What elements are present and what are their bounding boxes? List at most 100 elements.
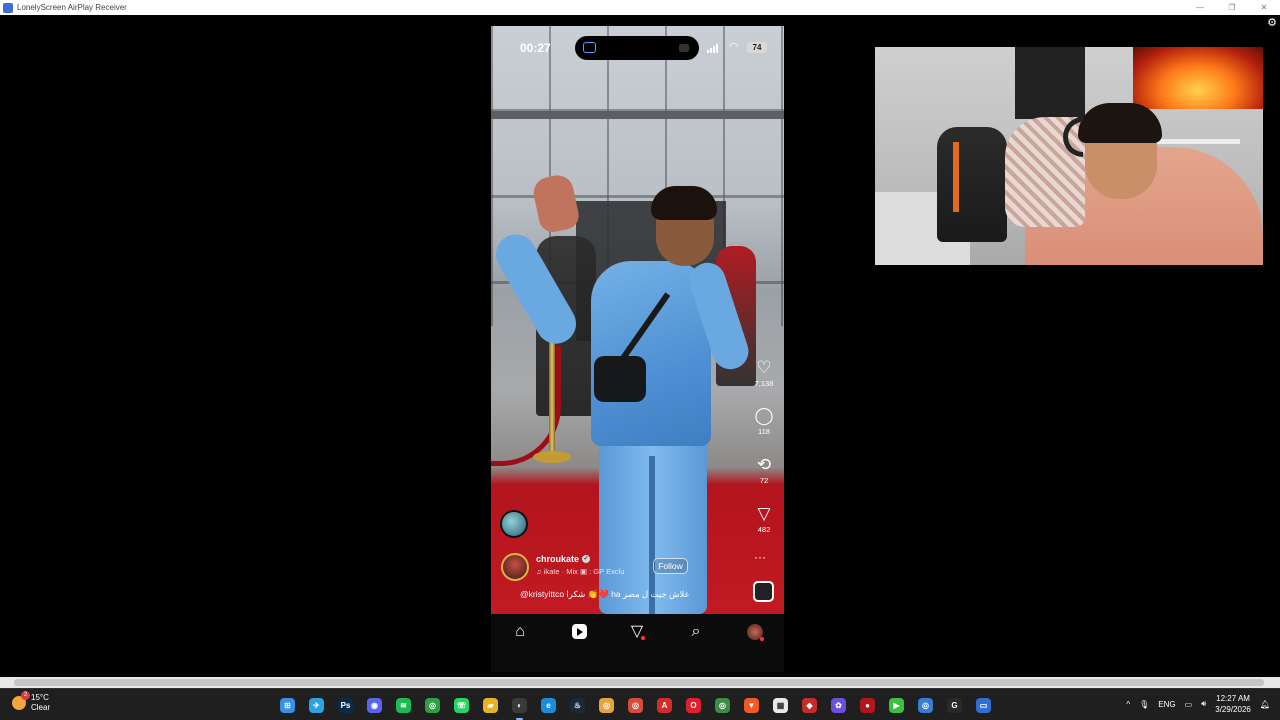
app-play-taskbar-icon[interactable]: ▶ xyxy=(885,694,908,717)
chrome-taskbar-icon[interactable]: ◎ xyxy=(421,694,444,717)
verified-badge-icon: ✓ xyxy=(582,555,591,563)
app-icon xyxy=(3,2,13,13)
stanchion-post xyxy=(549,326,555,456)
edge-taskbar-icon[interactable]: e xyxy=(537,694,560,717)
acrobat-taskbar-icon[interactable]: A xyxy=(653,694,676,717)
minimize-button[interactable]: — xyxy=(1184,0,1216,15)
whatsapp-taskbar-icon[interactable]: ☏ xyxy=(450,694,473,717)
app-red-taskbar-icon[interactable]: ◆ xyxy=(798,694,821,717)
comment-count: 118 xyxy=(758,427,770,436)
author-row[interactable]: chroukate ✓ xyxy=(536,554,591,564)
share-count: 482 xyxy=(757,525,771,534)
story-avatar[interactable] xyxy=(500,510,528,538)
like-action[interactable]: ♡ 7,138 xyxy=(746,358,782,388)
store-icon: ▦ xyxy=(773,698,788,713)
fireplace-screen xyxy=(1133,47,1263,109)
photoshop-icon: Ps xyxy=(338,698,353,713)
discord-icon: ◉ xyxy=(367,698,382,713)
logitech-taskbar-icon[interactable]: G xyxy=(943,694,966,717)
acrobat-icon: A xyxy=(657,698,672,713)
notification-bell-icon[interactable]: 🔔︎ xyxy=(1260,700,1270,709)
screen-mirror-icon xyxy=(583,42,596,53)
logitech-icon: G xyxy=(947,698,962,713)
chrome-5-icon: ◎ xyxy=(918,698,933,713)
audio-thumbnail[interactable] xyxy=(753,581,774,602)
edge-icon: e xyxy=(541,698,556,713)
island-indicator-icon xyxy=(679,44,689,52)
lonelyscreen-taskbar-icon[interactable]: ▭ xyxy=(972,694,995,717)
weather-sun-icon: 2 xyxy=(12,691,30,710)
store-taskbar-icon[interactable]: ▦ xyxy=(769,694,792,717)
comment-icon[interactable]: ◯ xyxy=(746,406,782,426)
restore-button[interactable]: ❐ xyxy=(1216,0,1248,15)
heart-icon[interactable]: ♡ xyxy=(746,358,782,378)
wall-shelf xyxy=(1155,139,1240,144)
windows-start-taskbar-icon[interactable]: ⊞ xyxy=(276,694,299,717)
gear-icon[interactable]: ⚙ xyxy=(1267,16,1277,29)
more-options-icon[interactable]: ··· xyxy=(754,550,766,564)
opera-icon: O xyxy=(686,698,701,713)
app-red-2-icon: ● xyxy=(860,698,875,713)
windows-taskbar: 2 15°C Clear ⊞ ✈ Ps ◉ ≋ ◎ ☏ ▰ ◐ e ♨ ◎ ◎ A O ◎ ▼ ▦ ◆ ✿ ● ▶ ◎ G ▭ … xyxy=(0,688,1280,720)
weather-widget[interactable]: 2 15°C Clear xyxy=(12,691,51,713)
chrome-5-taskbar-icon[interactable]: ◎ xyxy=(914,694,937,717)
send-icon[interactable]: ▽ xyxy=(746,504,782,524)
clock-date: 3/29/2026 xyxy=(1215,705,1251,714)
crossbody-bag xyxy=(594,356,646,402)
horizontal-scrollbar[interactable] xyxy=(0,677,1280,688)
chrome-4-taskbar-icon[interactable]: ◎ xyxy=(711,694,734,717)
post-caption[interactable]: @kristyittco شكرا 👏❤️ ha علاش جيت ل مصر xyxy=(520,589,690,600)
cellular-signal-icon xyxy=(707,44,718,53)
chrome-2-taskbar-icon[interactable]: ◎ xyxy=(595,694,618,717)
comment-action[interactable]: ◯ 118 xyxy=(746,406,782,436)
obs-icon: ◐ xyxy=(512,698,527,713)
language-indicator[interactable]: ENG xyxy=(1158,700,1175,709)
share-action[interactable]: ▽ 482 xyxy=(746,504,782,534)
reel-video[interactable] xyxy=(491,26,784,614)
spotify-taskbar-icon[interactable]: ≋ xyxy=(392,694,415,717)
chrome-2-icon: ◎ xyxy=(599,698,614,713)
discord-taskbar-icon[interactable]: ◉ xyxy=(363,694,386,717)
window-controls: — ❐ ✕ xyxy=(1184,0,1280,15)
reels-icon[interactable] xyxy=(566,622,592,642)
wifi-icon: ◠ xyxy=(729,41,739,53)
webcam-feed xyxy=(875,47,1263,265)
weather-condition: Clear xyxy=(31,703,51,712)
gaming-chair xyxy=(937,127,1007,242)
brave-taskbar-icon[interactable]: ▼ xyxy=(740,694,763,717)
clock-time: 12:27 AM xyxy=(1216,694,1250,703)
stanchion-base xyxy=(533,451,571,463)
repost-count: 72 xyxy=(759,476,769,485)
repost-icon[interactable]: ⟲ xyxy=(746,455,782,475)
file-explorer-taskbar-icon[interactable]: ▰ xyxy=(479,694,502,717)
clock[interactable]: 12:27 AM 3/29/2026 xyxy=(1215,693,1251,715)
opera-taskbar-icon[interactable]: O xyxy=(682,694,705,717)
bottom-navigation: ⌂ ▽ ⌕ xyxy=(491,614,784,672)
obs-taskbar-icon[interactable]: ◐ xyxy=(508,694,531,720)
music-info[interactable]: ♫ ikate · Mix ▣ : GP Exclu xyxy=(536,567,624,576)
close-button[interactable]: ✕ xyxy=(1248,0,1280,15)
follow-button[interactable]: Follow xyxy=(653,558,688,574)
send-icon[interactable]: ▽ xyxy=(624,622,650,642)
scrollbar-thumb[interactable] xyxy=(14,679,1264,686)
home-icon[interactable]: ⌂ xyxy=(507,622,533,642)
wall-shelf-dark xyxy=(1015,47,1085,119)
display-icon[interactable]: ▭ xyxy=(1185,700,1193,709)
chrome-3-taskbar-icon[interactable]: ◎ xyxy=(624,694,647,717)
app-color-taskbar-icon[interactable]: ✿ xyxy=(827,694,850,717)
repost-action[interactable]: ⟲ 72 xyxy=(746,455,782,485)
telegram-taskbar-icon[interactable]: ✈ xyxy=(305,694,328,717)
app-red-2-taskbar-icon[interactable]: ● xyxy=(856,694,879,717)
chair-stripe xyxy=(953,142,959,212)
microphone-icon[interactable]: 🎙︎ xyxy=(1139,700,1149,709)
search-icon[interactable]: ⌕ xyxy=(683,622,709,642)
tray-overflow-chevron-icon[interactable]: ^ xyxy=(1126,700,1130,709)
author-username[interactable]: chroukate xyxy=(536,554,579,564)
mirrored-phone-screen: 00:27 ◠ 74 ♡ 7,138 ◯ 118 ⟲ 72 ▽ 482 chro… xyxy=(491,26,784,672)
whatsapp-icon: ☏ xyxy=(454,698,469,713)
profile-icon[interactable] xyxy=(742,622,768,642)
volume-icon[interactable]: 🔊︎ xyxy=(1201,699,1206,709)
steam-taskbar-icon[interactable]: ♨ xyxy=(566,694,589,717)
photoshop-taskbar-icon[interactable]: Ps xyxy=(334,694,357,717)
author-avatar[interactable] xyxy=(501,553,529,581)
